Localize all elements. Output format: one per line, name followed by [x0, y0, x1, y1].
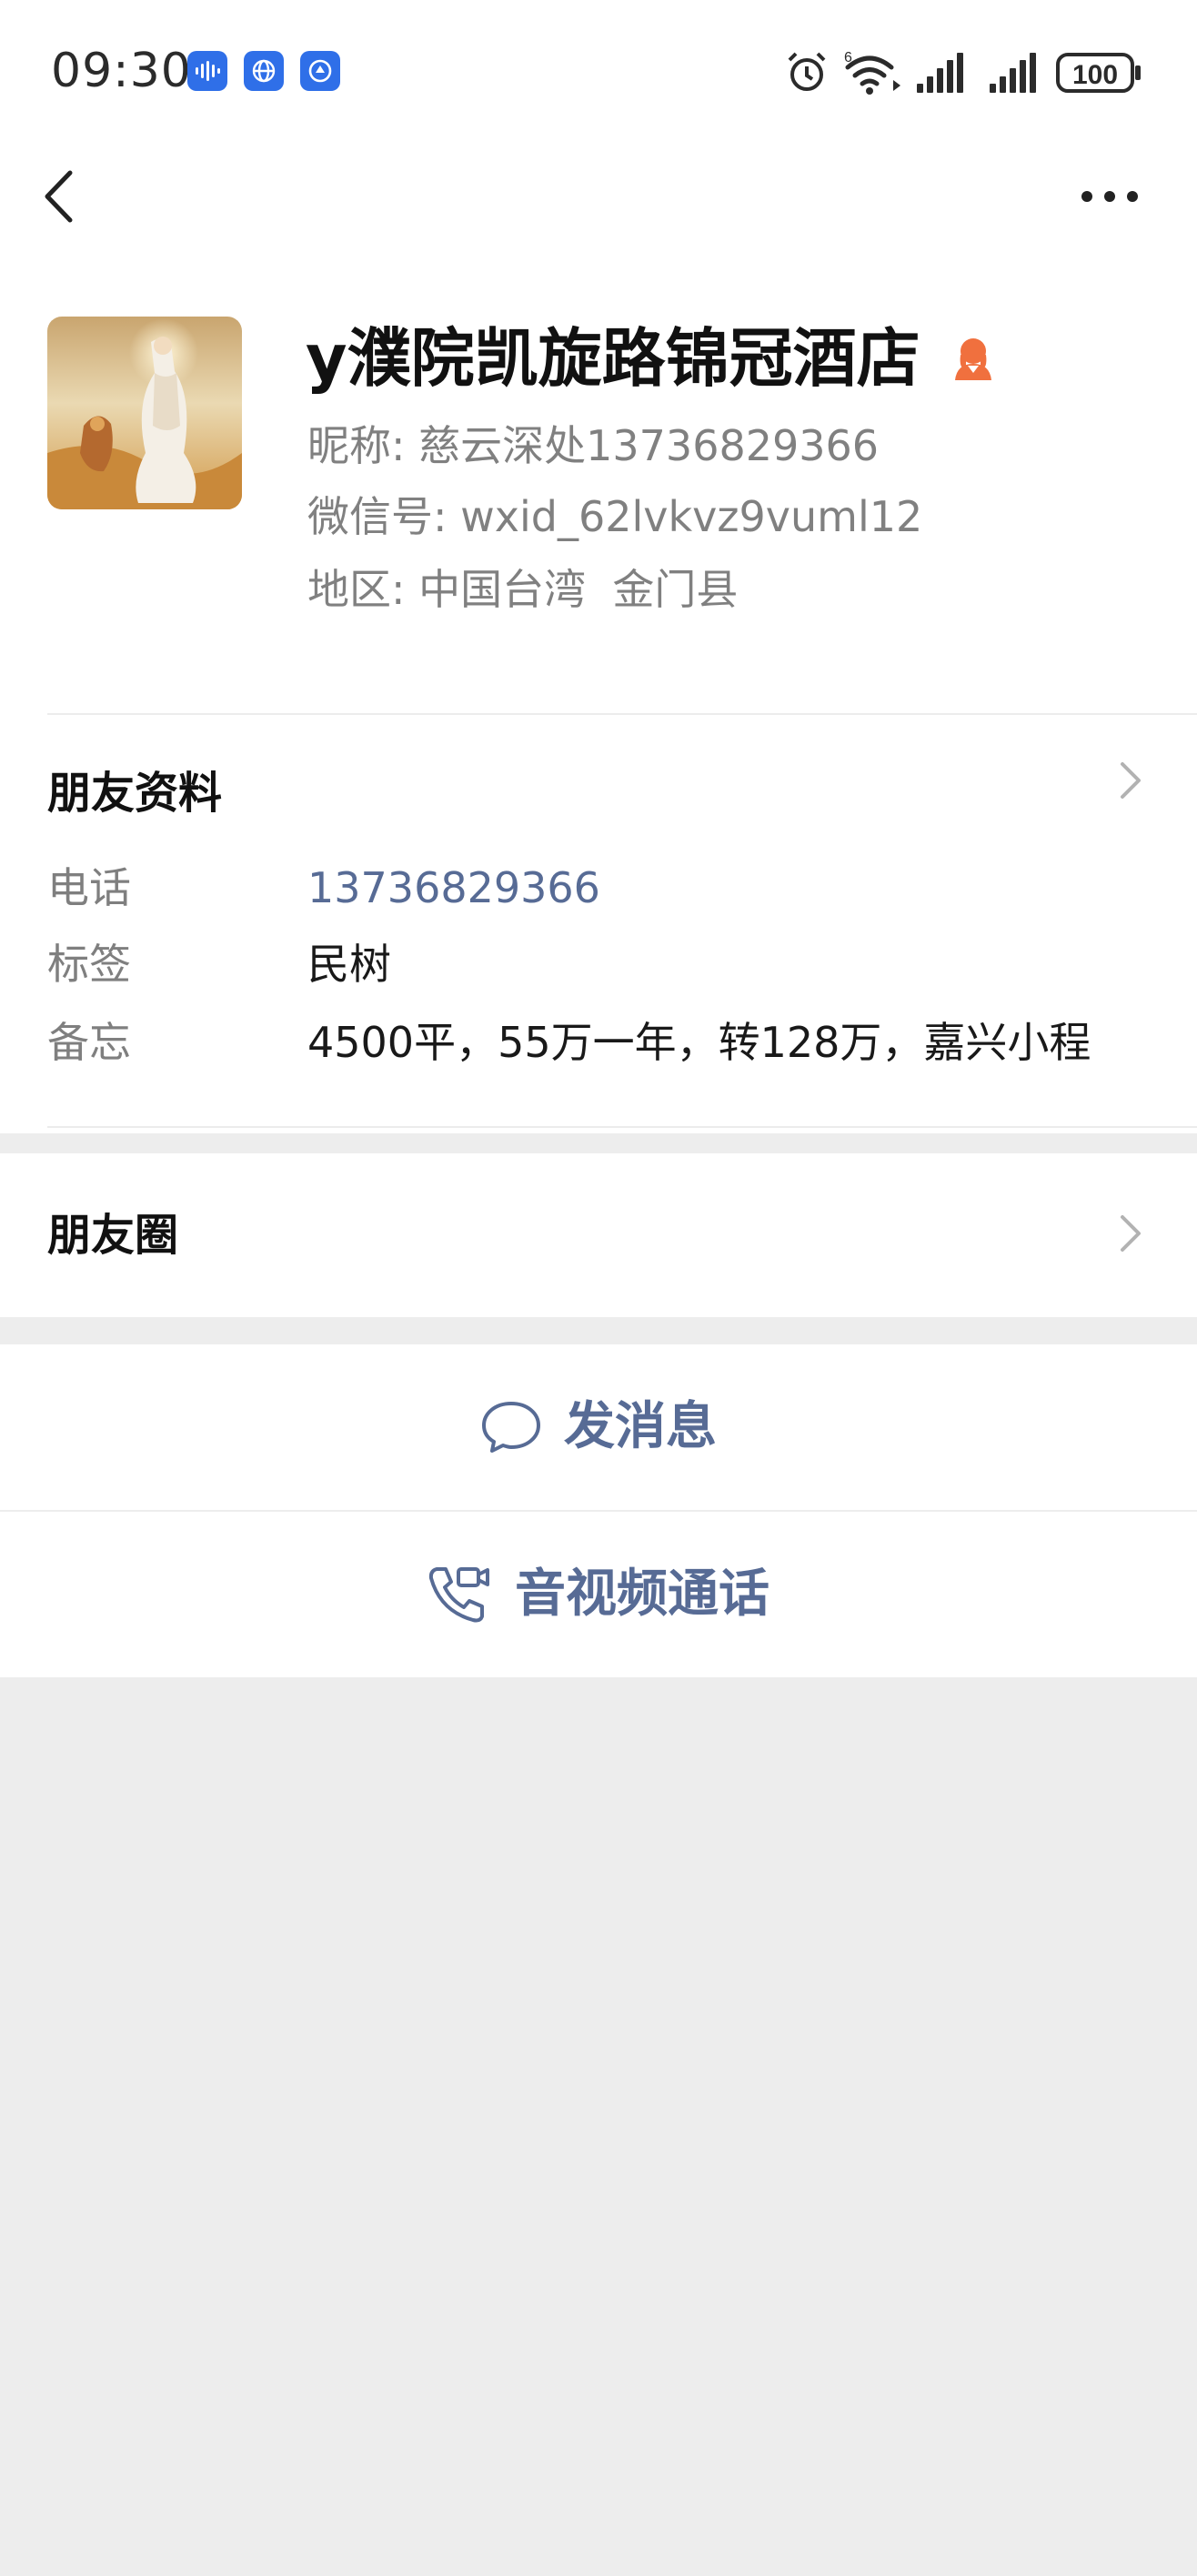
- chevron-left-icon: [45, 170, 73, 223]
- status-time: 09:30: [51, 44, 192, 98]
- action-panel: 发消息 音视频通话: [0, 1344, 1197, 1677]
- voice-video-call-button[interactable]: 音视频通话: [0, 1512, 1197, 1677]
- tag-label: 标签: [47, 940, 131, 989]
- status-bar: 09:30 6 100: [0, 0, 1197, 136]
- region-line: 地区: 中国台湾 金门县: [307, 562, 738, 617]
- browser-app-icon: [244, 51, 284, 91]
- wifi-label: 6: [844, 50, 852, 65]
- phone-value[interactable]: 13736829366: [307, 859, 600, 917]
- signal-icon-1: [915, 49, 970, 96]
- divider: [47, 713, 1197, 715]
- voice-app-icon: [187, 51, 227, 91]
- wechat-id-label: 微信号:: [307, 492, 448, 541]
- remark-label: 备忘: [47, 1018, 131, 1067]
- wechat-id-line: 微信号: wxid_62lvkvz9vuml12: [307, 489, 922, 544]
- tag-value: 民树: [307, 940, 391, 989]
- moments-row[interactable]: 朋友圈: [0, 1153, 1197, 1317]
- contact-name: y濮院凯旋路锦冠酒店: [306, 321, 920, 396]
- send-message-label: 发消息: [564, 1397, 717, 1456]
- chevron-right-icon: [1112, 753, 1148, 808]
- more-button[interactable]: [1073, 178, 1146, 215]
- divider: [47, 1126, 1197, 1128]
- alarm-icon: [784, 49, 831, 96]
- remark-value: 4500平，55万一年，转128万，嘉兴小程: [307, 1018, 1091, 1067]
- send-message-button[interactable]: 发消息: [0, 1344, 1197, 1510]
- phone-label: 电话: [47, 863, 131, 912]
- chat-bubble-icon: [482, 1402, 540, 1453]
- wifi-icon: 6: [840, 49, 904, 96]
- friend-info-title: 朋友资料: [47, 768, 223, 819]
- wechat-id-value: wxid_62lvkvz9vuml12: [460, 492, 923, 541]
- more-horizontal-icon: [1081, 191, 1138, 202]
- battery-level: 100: [1072, 60, 1118, 90]
- phone-video-icon: [428, 1567, 489, 1623]
- nickname-line: 昵称: 慈云深处13736829366: [307, 418, 879, 473]
- region-label: 地区:: [307, 565, 406, 614]
- signal-icon-2: [988, 49, 1042, 96]
- nickname-value: 慈云深处13736829366: [418, 421, 880, 470]
- back-button[interactable]: [33, 164, 84, 229]
- region-value: 中国台湾 金门县: [418, 565, 739, 614]
- moments-title: 朋友圈: [47, 1210, 179, 1261]
- shield-app-icon: [300, 51, 340, 91]
- battery-icon: 100: [1055, 49, 1142, 96]
- voice-video-call-label: 音视频通话: [515, 1565, 770, 1624]
- female-user-icon: [948, 333, 999, 384]
- chevron-right-icon: [1112, 1206, 1148, 1261]
- nickname-label: 昵称:: [307, 421, 406, 470]
- avatar[interactable]: [47, 317, 242, 509]
